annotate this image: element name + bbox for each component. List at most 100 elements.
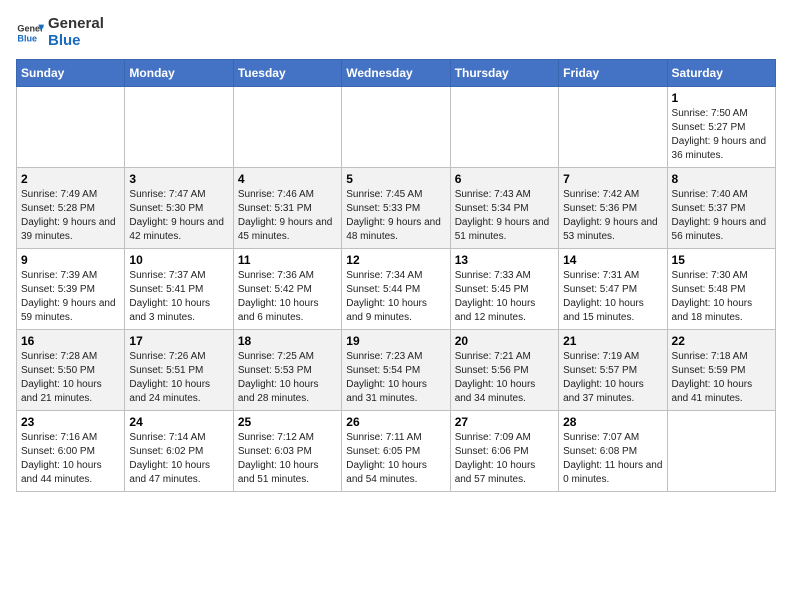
day-info: Sunrise: 7:39 AMSunset: 5:39 PMDaylight:… bbox=[21, 269, 120, 325]
day-header-thursday: Thursday bbox=[450, 60, 558, 87]
day-info: Sunrise: 7:21 AMSunset: 5:56 PMDaylight:… bbox=[455, 350, 554, 406]
calendar-cell: 20Sunrise: 7:21 AMSunset: 5:56 PMDayligh… bbox=[450, 330, 558, 411]
day-info: Sunrise: 7:12 AMSunset: 6:03 PMDaylight:… bbox=[238, 431, 337, 487]
logo-line1: General bbox=[48, 16, 104, 33]
calendar-cell bbox=[233, 87, 341, 168]
day-info: Sunrise: 7:23 AMSunset: 5:54 PMDaylight:… bbox=[346, 350, 445, 406]
calendar-cell: 1 Sunrise: 7:50 AMSunset: 5:27 PMDaylight… bbox=[667, 87, 775, 168]
day-number: 26 bbox=[346, 415, 445, 429]
calendar-cell: 4 Sunrise: 7:46 AMSunset: 5:31 PMDaylight… bbox=[233, 168, 341, 249]
day-number: 14 bbox=[563, 253, 662, 267]
day-number: 13 bbox=[455, 253, 554, 267]
calendar-cell: 6 Sunrise: 7:43 AMSunset: 5:34 PMDaylight… bbox=[450, 168, 558, 249]
calendar-cell: 25 Sunrise: 7:12 AMSunset: 6:03 PMDayligh… bbox=[233, 411, 341, 492]
calendar-cell bbox=[125, 87, 233, 168]
calendar-cell: 19 Sunrise: 7:23 AMSunset: 5:54 PMDayligh… bbox=[342, 330, 450, 411]
day-info: Sunrise: 7:46 AMSunset: 5:31 PMDaylight:… bbox=[238, 188, 337, 244]
day-info: Sunrise: 7:45 AMSunset: 5:33 PMDaylight:… bbox=[346, 188, 445, 244]
day-info: Sunrise: 7:33 AMSunset: 5:45 PMDaylight:… bbox=[455, 269, 554, 325]
day-info: Sunrise: 7:16 AMSunset: 6:00 PMDaylight:… bbox=[21, 431, 120, 487]
calendar-cell bbox=[450, 87, 558, 168]
day-info: Sunrise: 7:37 AMSunset: 5:41 PMDaylight:… bbox=[129, 269, 228, 325]
calendar-cell: 11 Sunrise: 7:36 AMSunset: 5:42 PMDayligh… bbox=[233, 249, 341, 330]
day-number: 9 bbox=[21, 253, 120, 267]
calendar-cell: 18 Sunrise: 7:25 AMSunset: 5:53 PMDayligh… bbox=[233, 330, 341, 411]
day-info: Sunrise: 7:49 AMSunset: 5:28 PMDaylight:… bbox=[21, 188, 120, 244]
day-info: Sunrise: 7:43 AMSunset: 5:34 PMDaylight:… bbox=[455, 188, 554, 244]
day-info: Sunrise: 7:40 AMSunset: 5:37 PMDaylight:… bbox=[672, 188, 771, 244]
day-info: Sunrise: 7:28 AMSunset: 5:50 PMDaylight:… bbox=[21, 350, 120, 406]
calendar-cell: 9 Sunrise: 7:39 AMSunset: 5:39 PMDaylight… bbox=[17, 249, 125, 330]
day-number: 25 bbox=[238, 415, 337, 429]
calendar-cell: 22 Sunrise: 7:18 AMSunset: 5:59 PMDayligh… bbox=[667, 330, 775, 411]
day-number: 19 bbox=[346, 334, 445, 348]
day-info: Sunrise: 7:30 AMSunset: 5:48 PMDaylight:… bbox=[672, 269, 771, 325]
day-header-monday: Monday bbox=[125, 60, 233, 87]
day-info: Sunrise: 7:11 AMSunset: 6:05 PMDaylight:… bbox=[346, 431, 445, 487]
day-header-saturday: Saturday bbox=[667, 60, 775, 87]
day-number: 15 bbox=[672, 253, 771, 267]
calendar-cell bbox=[667, 411, 775, 492]
day-number: 21 bbox=[563, 334, 662, 348]
day-number: 4 bbox=[238, 172, 337, 186]
calendar-cell: 15 Sunrise: 7:30 AMSunset: 5:48 PMDayligh… bbox=[667, 249, 775, 330]
day-number: 17 bbox=[129, 334, 228, 348]
calendar-cell: 3 Sunrise: 7:47 AMSunset: 5:30 PMDaylight… bbox=[125, 168, 233, 249]
calendar-cell bbox=[342, 87, 450, 168]
calendar-cell: 13 Sunrise: 7:33 AMSunset: 5:45 PMDayligh… bbox=[450, 249, 558, 330]
day-header-friday: Friday bbox=[559, 60, 667, 87]
day-info: Sunrise: 7:26 AMSunset: 5:51 PMDaylight:… bbox=[129, 350, 228, 406]
day-number: 18 bbox=[238, 334, 337, 348]
calendar-cell bbox=[17, 87, 125, 168]
calendar-cell: 2 Sunrise: 7:49 AMSunset: 5:28 PMDaylight… bbox=[17, 168, 125, 249]
logo-icon: General Blue bbox=[16, 19, 44, 47]
logo-line2: Blue bbox=[48, 33, 104, 50]
calendar-cell: 24Sunrise: 7:14 AMSunset: 6:02 PMDayligh… bbox=[125, 411, 233, 492]
calendar-cell: 17 Sunrise: 7:26 AMSunset: 5:51 PMDayligh… bbox=[125, 330, 233, 411]
day-info: Sunrise: 7:50 AMSunset: 5:27 PMDaylight:… bbox=[672, 107, 771, 163]
calendar: SundayMondayTuesdayWednesdayThursdayFrid… bbox=[16, 59, 776, 492]
calendar-cell: 21Sunrise: 7:19 AMSunset: 5:57 PMDayligh… bbox=[559, 330, 667, 411]
calendar-cell: 10 Sunrise: 7:37 AMSunset: 5:41 PMDayligh… bbox=[125, 249, 233, 330]
day-number: 2 bbox=[21, 172, 120, 186]
day-number: 22 bbox=[672, 334, 771, 348]
day-info: Sunrise: 7:42 AMSunset: 5:36 PMDaylight:… bbox=[563, 188, 662, 244]
day-info: Sunrise: 7:09 AMSunset: 6:06 PMDaylight:… bbox=[455, 431, 554, 487]
day-header-wednesday: Wednesday bbox=[342, 60, 450, 87]
calendar-cell: 27 Sunrise: 7:09 AMSunset: 6:06 PMDayligh… bbox=[450, 411, 558, 492]
header: General Blue General Blue bbox=[16, 16, 776, 49]
calendar-cell: 12 Sunrise: 7:34 AMSunset: 5:44 PMDayligh… bbox=[342, 249, 450, 330]
day-number: 1 bbox=[672, 91, 771, 105]
day-number: 7 bbox=[563, 172, 662, 186]
day-info: Sunrise: 7:47 AMSunset: 5:30 PMDaylight:… bbox=[129, 188, 228, 244]
day-number: 28 bbox=[563, 415, 662, 429]
calendar-cell: 23 Sunrise: 7:16 AMSunset: 6:00 PMDayligh… bbox=[17, 411, 125, 492]
day-header-tuesday: Tuesday bbox=[233, 60, 341, 87]
day-info: Sunrise: 7:34 AMSunset: 5:44 PMDaylight:… bbox=[346, 269, 445, 325]
day-info: Sunrise: 7:31 AMSunset: 5:47 PMDaylight:… bbox=[563, 269, 662, 325]
calendar-cell: 26 Sunrise: 7:11 AMSunset: 6:05 PMDayligh… bbox=[342, 411, 450, 492]
day-number: 8 bbox=[672, 172, 771, 186]
calendar-cell: 28 Sunrise: 7:07 AMSunset: 6:08 PMDayligh… bbox=[559, 411, 667, 492]
day-info: Sunrise: 7:25 AMSunset: 5:53 PMDaylight:… bbox=[238, 350, 337, 406]
day-info: Sunrise: 7:18 AMSunset: 5:59 PMDaylight:… bbox=[672, 350, 771, 406]
day-number: 23 bbox=[21, 415, 120, 429]
day-number: 6 bbox=[455, 172, 554, 186]
logo: General Blue General Blue bbox=[16, 16, 104, 49]
calendar-cell bbox=[559, 87, 667, 168]
day-number: 10 bbox=[129, 253, 228, 267]
day-number: 3 bbox=[129, 172, 228, 186]
calendar-cell: 8 Sunrise: 7:40 AMSunset: 5:37 PMDaylight… bbox=[667, 168, 775, 249]
day-number: 5 bbox=[346, 172, 445, 186]
day-number: 16 bbox=[21, 334, 120, 348]
day-info: Sunrise: 7:14 AMSunset: 6:02 PMDaylight:… bbox=[129, 431, 228, 487]
calendar-cell: 14 Sunrise: 7:31 AMSunset: 5:47 PMDayligh… bbox=[559, 249, 667, 330]
day-number: 12 bbox=[346, 253, 445, 267]
day-number: 27 bbox=[455, 415, 554, 429]
calendar-cell: 5 Sunrise: 7:45 AMSunset: 5:33 PMDaylight… bbox=[342, 168, 450, 249]
calendar-cell: 16 Sunrise: 7:28 AMSunset: 5:50 PMDayligh… bbox=[17, 330, 125, 411]
day-info: Sunrise: 7:36 AMSunset: 5:42 PMDaylight:… bbox=[238, 269, 337, 325]
day-info: Sunrise: 7:07 AMSunset: 6:08 PMDaylight:… bbox=[563, 431, 662, 487]
day-header-sunday: Sunday bbox=[17, 60, 125, 87]
day-number: 11 bbox=[238, 253, 337, 267]
